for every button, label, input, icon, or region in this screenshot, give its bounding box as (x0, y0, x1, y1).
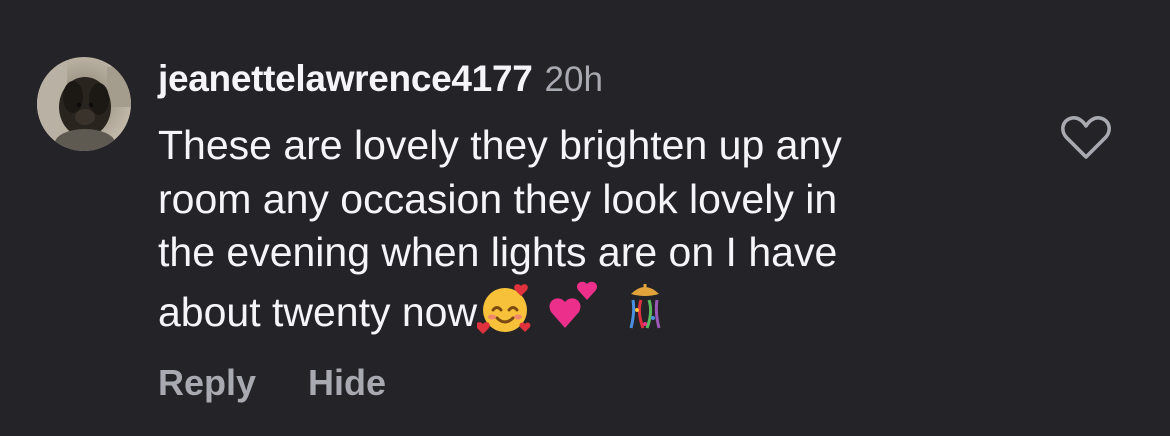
comment-line: These are lovely they brighten up any (158, 122, 842, 168)
confetti-ball-icon (629, 283, 661, 329)
comment-text: These are lovely they brighten up any ro… (158, 119, 1028, 339)
avatar[interactable] (37, 57, 131, 151)
smiling-face-with-hearts-icon (477, 283, 531, 334)
reply-button[interactable]: Reply (158, 362, 256, 404)
hide-button[interactable]: Hide (308, 362, 386, 404)
dog-photo-icon (37, 57, 131, 151)
comment-actions: Reply Hide (158, 362, 386, 404)
comment-item: jeanettelawrence4177 20h These are lovel… (0, 0, 1170, 436)
comment-line: room any occasion they look lovely in (158, 175, 838, 222)
comment-line-last: about twenty now (158, 280, 1028, 340)
comment-line: about twenty now (158, 288, 478, 335)
comment-header: jeanettelawrence4177 20h (158, 58, 603, 106)
comment-line: the evening when lights are on I have (158, 229, 838, 275)
two-hearts-icon (549, 281, 598, 328)
timestamp: 20h (544, 60, 603, 99)
username[interactable]: jeanettelawrence4177 (158, 58, 533, 100)
heart-like-icon[interactable] (1060, 115, 1112, 161)
emoji-row (477, 280, 673, 336)
